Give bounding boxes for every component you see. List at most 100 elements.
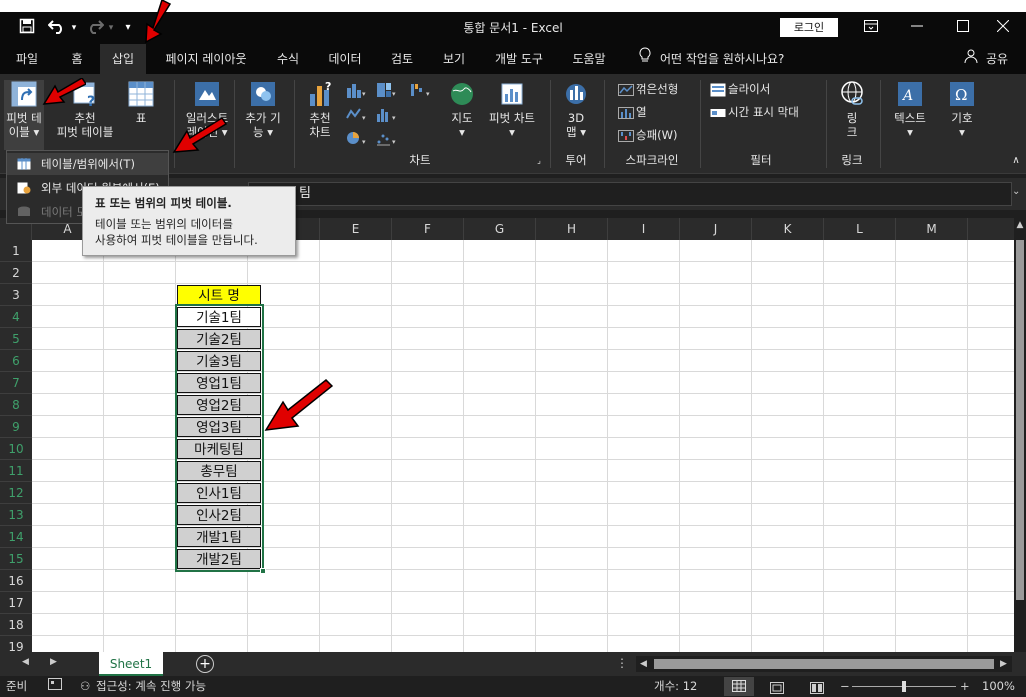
row-header[interactable]: 17	[0, 592, 32, 614]
add-sheet-icon[interactable]: +	[196, 655, 214, 673]
row-header[interactable]: 1	[0, 240, 32, 262]
table-cell[interactable]: 기술2팀	[177, 329, 261, 349]
expand-formula-icon[interactable]: ⌄	[1012, 186, 1020, 197]
row-header[interactable]: 3	[0, 284, 32, 306]
share-button[interactable]: 공유	[982, 44, 1012, 74]
zoom-out-icon[interactable]: −	[840, 676, 850, 697]
illustrations-button[interactable]: 일러스트 레이션 ▾	[182, 80, 232, 150]
customize-icon[interactable]: ▾	[120, 18, 136, 38]
column-header[interactable]: M	[896, 218, 968, 240]
waterfall-chart-icon[interactable]: ▾	[408, 82, 434, 102]
timeline-button[interactable]: 시간 표시 막대	[710, 103, 799, 121]
pivot-table-button[interactable]: 피벗 테 이블 ▾	[4, 80, 44, 150]
column-chart-icon[interactable]: ▾	[344, 82, 370, 102]
row-header[interactable]: 5	[0, 328, 32, 350]
table-cell[interactable]: 영업3팀	[177, 417, 261, 437]
close-icon[interactable]	[980, 12, 1026, 44]
link-button[interactable]: 링 크	[832, 80, 872, 150]
recommended-charts-button[interactable]: ? 추천 차트	[300, 80, 340, 150]
menu-item-from-table[interactable]: 테이블/범위에서(T)	[7, 153, 168, 175]
table-cell[interactable]: 영업1팀	[177, 373, 261, 393]
scroll-up-icon[interactable]: ▲	[1014, 220, 1026, 230]
tab-data[interactable]: 데이터	[318, 44, 372, 74]
page-break-view-icon[interactable]	[810, 680, 824, 697]
hierarchy-chart-icon[interactable]: ▾	[374, 82, 400, 102]
row-header[interactable]: 11	[0, 460, 32, 482]
line-chart-icon[interactable]: ▾	[344, 106, 370, 126]
text-button[interactable]: A 텍스트 ▾	[888, 80, 932, 150]
row-header[interactable]: 14	[0, 526, 32, 548]
normal-view-icon[interactable]	[724, 677, 754, 696]
sparkline-line-button[interactable]: 꺾은선형	[618, 80, 678, 98]
scroll-left-icon[interactable]: ◀	[640, 656, 647, 672]
tell-me-search[interactable]: 어떤 작업을 원하시나요?	[660, 44, 800, 74]
tab-view[interactable]: 보기	[432, 44, 476, 74]
table-cell[interactable]: 기술3팀	[177, 351, 261, 371]
formula-input[interactable]: 팀	[248, 182, 1012, 206]
maps-button[interactable]: 지도 ▾	[444, 80, 480, 150]
horizontal-scroll-thumb[interactable]	[654, 659, 994, 669]
table-cell[interactable]: 총무팀	[177, 461, 261, 481]
collapse-ribbon-icon[interactable]: ∧	[1008, 154, 1024, 168]
table-cell[interactable]: 개발2팀	[177, 549, 261, 569]
save-icon[interactable]	[16, 18, 38, 38]
table-cell[interactable]: 영업2팀	[177, 395, 261, 415]
table-button[interactable]: 표	[122, 80, 160, 150]
login-button[interactable]: 로그인	[780, 18, 838, 37]
user-icon[interactable]	[962, 44, 980, 74]
row-header[interactable]: 10	[0, 438, 32, 460]
addins-button[interactable]: 추가 기 능 ▾	[240, 80, 286, 150]
pie-chart-icon[interactable]: ▾	[344, 130, 370, 150]
column-header[interactable]: J	[680, 218, 752, 240]
undo-icon[interactable]	[46, 18, 68, 38]
prev-sheet-icon[interactable]: ◀	[22, 657, 29, 667]
more-options-icon[interactable]: ⋮	[616, 656, 628, 670]
slicer-button[interactable]: 슬라이서	[710, 80, 770, 98]
column-header[interactable]: G	[464, 218, 536, 240]
row-header[interactable]: 4	[0, 306, 32, 328]
table-cell[interactable]: 마케팅팀	[177, 439, 261, 459]
sparkline-winloss-button[interactable]: 승패(W)	[618, 126, 678, 144]
table-cell[interactable]: 개발1팀	[177, 527, 261, 547]
symbols-button[interactable]: Ω 기호 ▾	[940, 80, 984, 150]
row-header[interactable]: 19	[0, 636, 32, 652]
vertical-scroll-thumb[interactable]	[1016, 240, 1024, 600]
horizontal-scrollbar[interactable]: ◀ ▶	[636, 656, 1012, 672]
tab-developer[interactable]: 개발 도구	[484, 44, 554, 74]
pivot-chart-button[interactable]: 피벗 차트 ▾	[484, 80, 540, 150]
lightbulb-icon[interactable]	[632, 44, 658, 74]
tab-help[interactable]: 도움말	[562, 44, 616, 74]
tab-home[interactable]: 홈	[58, 44, 96, 74]
row-header[interactable]: 15	[0, 548, 32, 570]
status-accessibility[interactable]: 접근성: 계속 진행 가능	[96, 676, 206, 697]
fill-handle[interactable]	[260, 568, 266, 574]
sparkline-column-button[interactable]: 열	[618, 103, 647, 121]
row-header[interactable]: 9	[0, 416, 32, 438]
column-header[interactable]: H	[536, 218, 608, 240]
table-cell[interactable]: 인사1팀	[177, 483, 261, 503]
row-header[interactable]: 16	[0, 570, 32, 592]
column-header[interactable]: K	[752, 218, 824, 240]
vertical-scrollbar[interactable]: ▲	[1014, 218, 1026, 652]
zoom-level[interactable]: 100%	[982, 676, 1015, 697]
page-layout-view-icon[interactable]	[770, 680, 784, 697]
sheet-tab-sheet1[interactable]: Sheet1	[99, 652, 163, 676]
table-cell[interactable]: 기술1팀	[177, 307, 261, 327]
tab-formulas[interactable]: 수식	[266, 44, 310, 74]
column-header[interactable]: E	[320, 218, 392, 240]
tab-review[interactable]: 검토	[380, 44, 424, 74]
tab-page-layout[interactable]: 페이지 레이아웃	[152, 44, 260, 74]
recommended-pivot-button[interactable]: ? 추천 피벗 테이블	[50, 80, 120, 150]
ribbon-display-icon[interactable]	[848, 12, 894, 44]
undo-dropdown-icon[interactable]: ▾	[68, 18, 80, 38]
table-cell[interactable]: 인사2팀	[177, 505, 261, 525]
table-header-cell[interactable]: 시트 명	[177, 285, 261, 305]
zoom-slider-thumb[interactable]	[902, 681, 906, 692]
column-header[interactable]: F	[392, 218, 464, 240]
column-header[interactable]: I	[608, 218, 680, 240]
statistic-chart-icon[interactable]: ▾	[374, 106, 400, 126]
scatter-chart-icon[interactable]: ▾	[374, 130, 400, 150]
tab-file[interactable]: 파일	[6, 44, 48, 74]
row-header[interactable]: 2	[0, 262, 32, 284]
minimize-icon[interactable]	[894, 12, 940, 44]
